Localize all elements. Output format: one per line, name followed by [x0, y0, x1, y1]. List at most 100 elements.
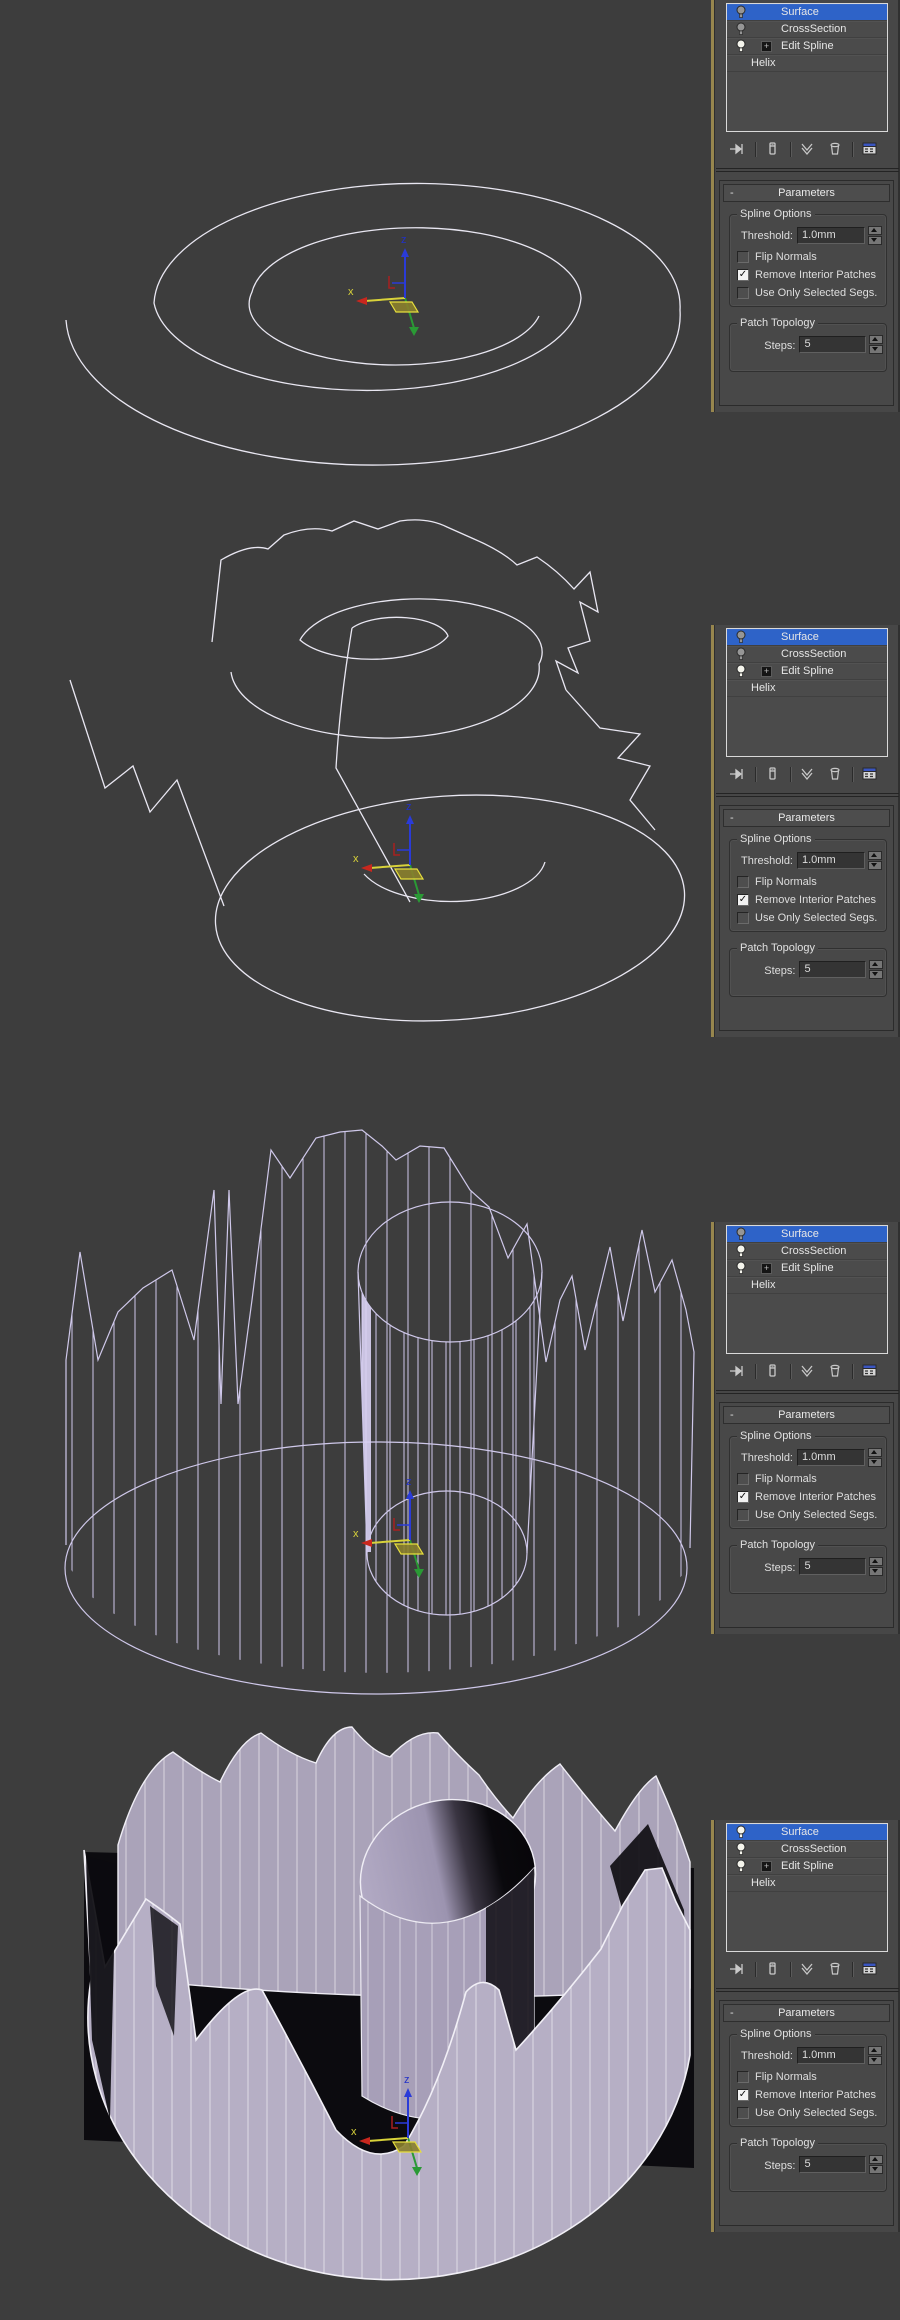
make-unique-icon[interactable]	[798, 140, 818, 158]
stack-item-edit-spline[interactable]: + Edit Spline	[727, 1260, 887, 1277]
checkbox-flip-normals[interactable]	[737, 2071, 749, 2083]
expand-icon[interactable]: +	[761, 1262, 772, 1274]
bulb-on-icon[interactable]	[735, 1261, 747, 1275]
collapse-icon[interactable]: -	[730, 2005, 734, 2021]
steps-field[interactable]: 5	[799, 961, 866, 978]
checkbox-flip-normals[interactable]	[737, 251, 749, 263]
collapse-icon[interactable]: -	[730, 1407, 734, 1423]
transform-gizmo-1[interactable]	[347, 233, 420, 337]
threshold-spinner-up-arrow[interactable]	[868, 1448, 882, 1457]
configure-modifier-sets-icon[interactable]	[860, 140, 880, 158]
checkbox-use-only-selected-segs[interactable]	[737, 287, 749, 299]
modifier-stack[interactable]: Surface CrossSection + Edit Spline Helix	[726, 1823, 888, 1952]
threshold-spinner-down-arrow[interactable]	[868, 861, 882, 870]
stack-item-helix[interactable]: Helix	[727, 680, 887, 697]
stack-item-surface[interactable]: Surface	[727, 1824, 887, 1841]
threshold-field[interactable]: 1.0mm	[797, 852, 865, 869]
stack-item-crosssection[interactable]: CrossSection	[727, 21, 887, 38]
checkbox-row-flip-normals[interactable]: Flip Normals	[737, 1473, 883, 1485]
steps-spinner-down-arrow[interactable]	[869, 2165, 883, 2174]
threshold-spinner-down-arrow[interactable]	[868, 236, 882, 245]
collapse-icon[interactable]: -	[730, 810, 734, 826]
stack-item-helix[interactable]: Helix	[727, 55, 887, 72]
steps-spinner-up-arrow[interactable]	[869, 2155, 883, 2164]
stack-item-crosssection[interactable]: CrossSection	[727, 1243, 887, 1260]
configure-modifier-sets-icon[interactable]	[860, 765, 880, 783]
steps-spinner-down-arrow[interactable]	[869, 970, 883, 979]
remove-modifier-icon[interactable]	[825, 140, 845, 158]
threshold-spinner-down-arrow[interactable]	[868, 1458, 882, 1467]
viewport-2-crosssection-spline[interactable]	[69, 519, 692, 1036]
threshold-spinner-up-arrow[interactable]	[868, 2046, 882, 2055]
show-end-result-icon[interactable]	[763, 1362, 783, 1380]
bulb-on-icon[interactable]	[735, 1859, 747, 1873]
checkbox-flip-normals[interactable]	[737, 876, 749, 888]
stack-item-crosssection[interactable]: CrossSection	[727, 1841, 887, 1858]
stack-item-crosssection[interactable]: CrossSection	[727, 646, 887, 663]
viewport-1-helix-spline[interactable]	[65, 182, 681, 466]
checkbox-use-only-selected-segs[interactable]	[737, 912, 749, 924]
stack-item-edit-spline[interactable]: + Edit Spline	[727, 663, 887, 680]
checkbox-row-remove-interior-patches[interactable]: ✓ Remove Interior Patches	[737, 269, 883, 281]
remove-modifier-icon[interactable]	[825, 765, 845, 783]
rollout-header[interactable]: - Parameters	[723, 2004, 890, 2022]
threshold-field[interactable]: 1.0mm	[797, 1449, 865, 1466]
checkbox-row-remove-interior-patches[interactable]: ✓ Remove Interior Patches	[737, 2089, 883, 2101]
threshold-spinner-down-arrow[interactable]	[868, 2056, 882, 2065]
steps-spinner-down-arrow[interactable]	[869, 1567, 883, 1576]
pin-stack-icon[interactable]	[728, 1362, 748, 1380]
pin-stack-icon[interactable]	[728, 140, 748, 158]
checkbox-row-remove-interior-patches[interactable]: ✓ Remove Interior Patches	[737, 1491, 883, 1503]
checkbox-remove-interior-patches[interactable]: ✓	[737, 269, 749, 281]
steps-field[interactable]: 5	[799, 1558, 866, 1575]
modifier-stack[interactable]: Surface CrossSection + Edit Spline Helix	[726, 628, 888, 757]
modifier-stack[interactable]: Surface CrossSection + Edit Spline Helix	[726, 1225, 888, 1354]
threshold-spinner-up-arrow[interactable]	[868, 226, 882, 235]
stack-item-surface[interactable]: Surface	[727, 1226, 887, 1243]
bulb-on-icon[interactable]	[735, 1842, 747, 1856]
steps-spinner-down-arrow[interactable]	[869, 345, 883, 354]
steps-field[interactable]: 5	[799, 2156, 866, 2173]
checkbox-row-flip-normals[interactable]: Flip Normals	[737, 251, 883, 263]
bulb-off-icon[interactable]	[735, 5, 747, 19]
pin-stack-icon[interactable]	[728, 1960, 748, 1978]
transform-gizmo-2[interactable]	[352, 800, 425, 904]
steps-field[interactable]: 5	[799, 336, 866, 353]
rollout-header[interactable]: - Parameters	[723, 809, 890, 827]
checkbox-use-only-selected-segs[interactable]	[737, 1509, 749, 1521]
threshold-spinner-up-arrow[interactable]	[868, 851, 882, 860]
checkbox-flip-normals[interactable]	[737, 1473, 749, 1485]
make-unique-icon[interactable]	[798, 1960, 818, 1978]
show-end-result-icon[interactable]	[763, 765, 783, 783]
make-unique-icon[interactable]	[798, 765, 818, 783]
configure-modifier-sets-icon[interactable]	[860, 1362, 880, 1380]
checkbox-remove-interior-patches[interactable]: ✓	[737, 894, 749, 906]
checkbox-row-use-only-selected-segs[interactable]: Use Only Selected Segs.	[737, 2107, 883, 2119]
rollout-header[interactable]: - Parameters	[723, 184, 890, 202]
transform-gizmo-3[interactable]	[352, 1475, 425, 1579]
checkbox-row-remove-interior-patches[interactable]: ✓ Remove Interior Patches	[737, 894, 883, 906]
stack-item-edit-spline[interactable]: + Edit Spline	[727, 1858, 887, 1875]
expand-icon[interactable]: +	[761, 1860, 772, 1872]
checkbox-use-only-selected-segs[interactable]	[737, 2107, 749, 2119]
stack-item-helix[interactable]: Helix	[727, 1277, 887, 1294]
steps-spinner-up-arrow[interactable]	[869, 335, 883, 344]
steps-spinner-up-arrow[interactable]	[869, 960, 883, 969]
remove-modifier-icon[interactable]	[825, 1362, 845, 1380]
bulb-on-icon[interactable]	[735, 1825, 747, 1839]
bulb-on-icon[interactable]	[735, 664, 747, 678]
checkbox-row-use-only-selected-segs[interactable]: Use Only Selected Segs.	[737, 287, 883, 299]
bulb-off-icon[interactable]	[735, 630, 747, 644]
viewport-4-surface-shaded[interactable]	[83, 1718, 694, 2312]
steps-spinner-up-arrow[interactable]	[869, 1557, 883, 1566]
bulb-on-icon[interactable]	[735, 1244, 747, 1258]
collapse-icon[interactable]: -	[730, 185, 734, 201]
show-end-result-icon[interactable]	[763, 140, 783, 158]
make-unique-icon[interactable]	[798, 1362, 818, 1380]
threshold-field[interactable]: 1.0mm	[797, 2047, 865, 2064]
stack-item-edit-spline[interactable]: + Edit Spline	[727, 38, 887, 55]
checkbox-remove-interior-patches[interactable]: ✓	[737, 2089, 749, 2101]
bulb-off-icon[interactable]	[735, 647, 747, 661]
bulb-off-icon[interactable]	[735, 1227, 747, 1241]
checkbox-row-flip-normals[interactable]: Flip Normals	[737, 876, 883, 888]
